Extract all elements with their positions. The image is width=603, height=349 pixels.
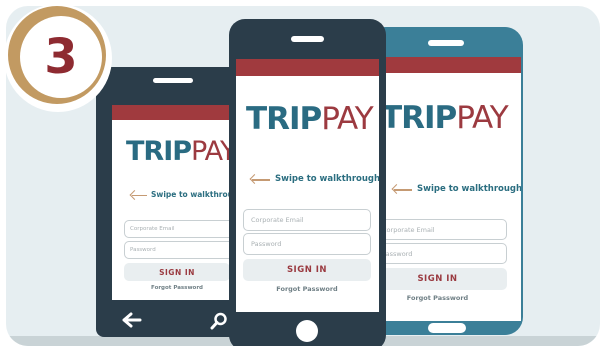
step-badge-ring: 3 bbox=[8, 6, 106, 104]
trippay-logo: TRIPPAY bbox=[126, 136, 236, 167]
tablet-screen: TRIPPAY Swipe to walkthrough Corporate E… bbox=[112, 105, 242, 300]
email-field[interactable]: Corporate Email bbox=[243, 209, 371, 231]
password-placeholder: Password bbox=[382, 249, 413, 258]
forgot-password-link[interactable]: Forgot Password bbox=[243, 285, 371, 293]
home-bar-icon bbox=[428, 323, 466, 333]
forgot-password-link[interactable]: Forgot Password bbox=[378, 294, 507, 302]
password-field[interactable]: Password bbox=[243, 233, 371, 255]
header-bar bbox=[112, 105, 242, 120]
password-placeholder: Password bbox=[251, 240, 282, 248]
password-field[interactable]: Password bbox=[378, 243, 507, 264]
logo-trip: TRIP bbox=[126, 136, 192, 167]
trippay-logo: TRIPPAY bbox=[381, 100, 509, 136]
header-bar bbox=[236, 59, 379, 76]
phone-dark: TRIPPAY Swipe to walkthrough Corporate E… bbox=[229, 19, 386, 346]
email-field[interactable]: Corporate Email bbox=[124, 220, 242, 238]
email-placeholder: Corporate Email bbox=[251, 216, 304, 224]
logo-trip: TRIP bbox=[381, 100, 457, 136]
left-arrow-icon bbox=[129, 189, 147, 200]
left-arrow-icon bbox=[391, 184, 412, 194]
swipe-hint[interactable]: Swipe to walkthrough bbox=[391, 184, 521, 194]
step-number: 3 bbox=[20, 16, 102, 98]
logo-pay: PAY bbox=[321, 101, 373, 137]
search-icon[interactable] bbox=[210, 312, 228, 330]
password-field[interactable]: Password bbox=[124, 241, 242, 259]
logo-pay: PAY bbox=[456, 100, 508, 136]
email-field[interactable]: Corporate Email bbox=[378, 219, 507, 240]
phone-blue: TRIPPAY Swipe to walkthrough Corporate E… bbox=[368, 27, 523, 335]
tablet-device: TRIPPAY Swipe to walkthrough Corporate E… bbox=[96, 67, 246, 337]
email-placeholder: Corporate Email bbox=[130, 226, 175, 232]
step-badge: 3 bbox=[6, 6, 112, 112]
trippay-logo: TRIPPAY bbox=[246, 101, 374, 137]
password-placeholder: Password bbox=[130, 247, 156, 253]
swipe-hint-label: Swipe to walkthrough bbox=[417, 184, 521, 194]
phone-blue-screen: TRIPPAY Swipe to walkthrough Corporate E… bbox=[378, 57, 521, 321]
phone-dark-screen: TRIPPAY Swipe to walkthrough Corporate E… bbox=[236, 59, 379, 312]
sign-in-button[interactable]: SIGN IN bbox=[243, 259, 371, 281]
swipe-hint[interactable]: Swipe to walkthrough bbox=[129, 189, 242, 200]
speaker-icon bbox=[428, 40, 464, 46]
logo-trip: TRIP bbox=[246, 101, 322, 137]
sign-in-button[interactable]: SIGN IN bbox=[378, 268, 507, 290]
scene-background: TRIPPAY Swipe to walkthrough Corporate E… bbox=[6, 6, 600, 346]
forgot-password-link[interactable]: Forgot Password bbox=[124, 285, 230, 291]
speaker-icon bbox=[153, 78, 193, 83]
left-arrow-icon bbox=[249, 174, 270, 184]
home-button-icon[interactable] bbox=[296, 320, 318, 342]
header-bar bbox=[378, 57, 521, 73]
swipe-hint[interactable]: Swipe to walkthrough bbox=[249, 174, 379, 184]
email-placeholder: Corporate Email bbox=[382, 225, 435, 234]
speaker-icon bbox=[291, 36, 324, 42]
sign-in-button[interactable]: SIGN IN bbox=[124, 263, 230, 281]
back-arrow-icon[interactable] bbox=[122, 312, 142, 328]
swipe-hint-label: Swipe to walkthrough bbox=[275, 174, 379, 184]
